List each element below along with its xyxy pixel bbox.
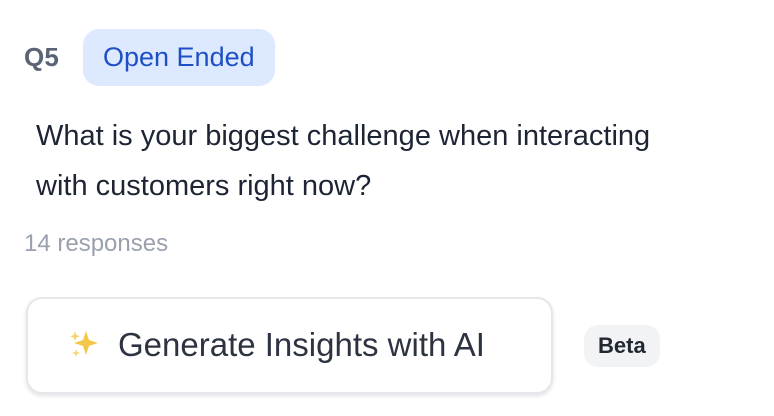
generate-insights-label: Generate Insights with AI [118,326,485,363]
beta-badge: Beta [584,325,660,367]
question-text: What is your biggest challenge when inte… [36,120,651,202]
question-number: Q5 [24,42,60,72]
responses-count: 14 responses [24,230,169,257]
sparkles-icon [67,327,101,361]
generate-insights-button[interactable]: Generate Insights with AI [26,297,553,394]
question-type-badge: Open Ended [83,29,275,86]
question-type-label: Open Ended [103,42,255,72]
question-card: Q5 Open Ended What is your biggest chall… [0,0,774,416]
